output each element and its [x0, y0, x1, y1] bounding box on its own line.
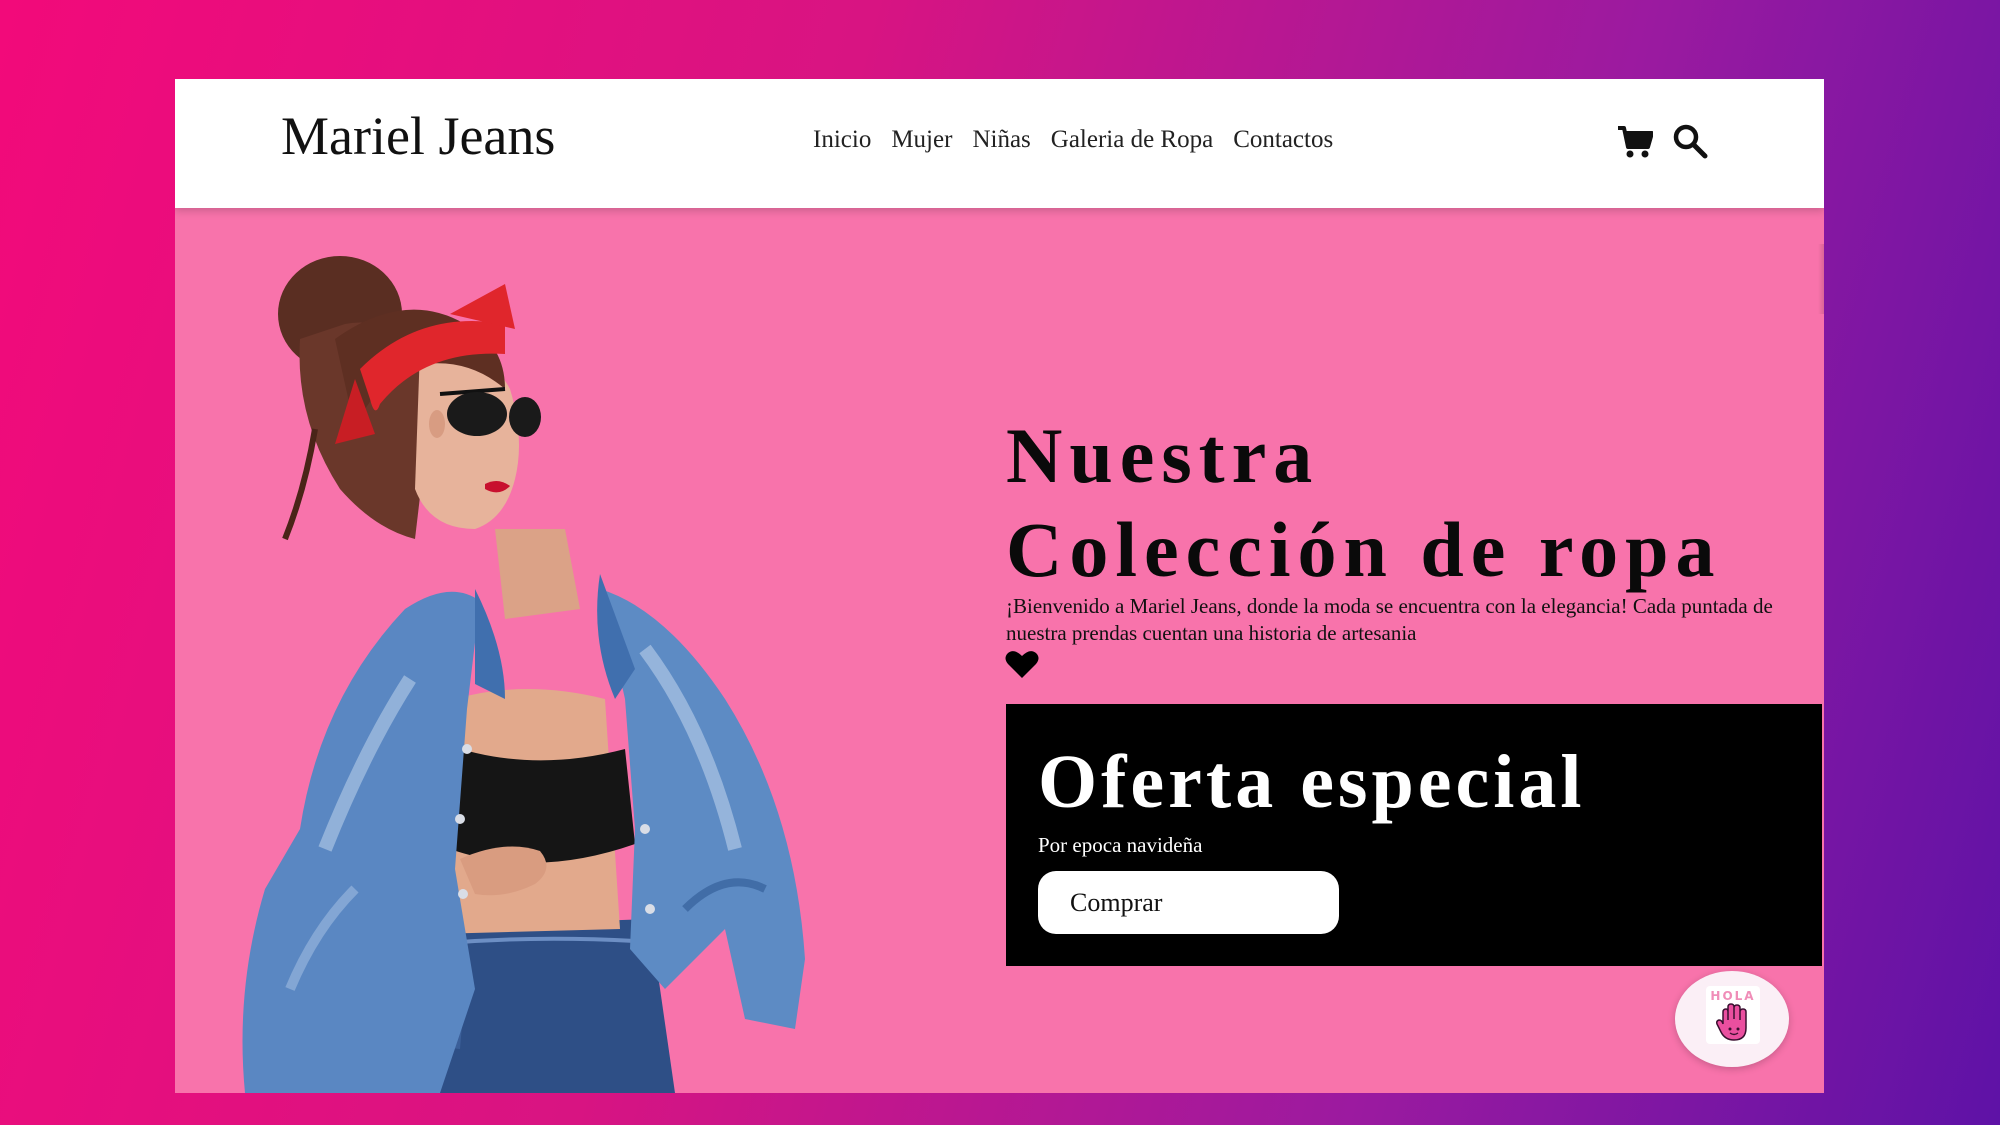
hero-model-photo [242, 256, 805, 1093]
search-icon[interactable] [1672, 123, 1708, 159]
nav-item-inicio[interactable]: Inicio [813, 127, 871, 152]
chat-widget-button[interactable]: HOLA [1675, 971, 1789, 1067]
brand-logo[interactable]: Mariel Jeans [281, 109, 555, 163]
heart-icon [1005, 651, 1039, 678]
hero-intro-text: ¡Bienvenido a Mariel Jeans, donde la mod… [1006, 594, 1773, 645]
headline-line-1: Nuestra [1006, 412, 1320, 499]
chat-widget-badge: HOLA [1706, 986, 1760, 1044]
website-frame: Mariel Jeans Inicio Mujer Niñas Galeria … [175, 79, 1824, 1093]
nav-item-contactos[interactable]: Contactos [1233, 127, 1333, 152]
headline-line-2: Colección de ropa [1006, 506, 1722, 593]
hero-headline: Nuestra Colección de ropa [1006, 409, 1722, 597]
waving-hand-icon [1716, 1003, 1747, 1041]
offer-subtitle: Por epoca navideña [1038, 833, 1203, 857]
cart-icon[interactable] [1617, 123, 1653, 159]
navbar: Mariel Jeans Inicio Mujer Niñas Galeria … [175, 79, 1824, 208]
main-menu: Inicio Mujer Niñas Galeria de Ropa Conta… [813, 127, 1333, 152]
special-offer-box: Oferta especial Por epoca navideña Compr… [1006, 704, 1822, 966]
offer-title: Oferta especial [1038, 740, 1586, 824]
chat-greeting: HOLA [1710, 989, 1756, 1003]
nav-item-ninas[interactable]: Niñas [972, 127, 1030, 152]
edge-shadow [1818, 244, 1824, 314]
nav-item-mujer[interactable]: Mujer [891, 127, 952, 152]
nav-item-galeria[interactable]: Galeria de Ropa [1051, 127, 1213, 152]
buy-button[interactable]: Comprar [1038, 871, 1339, 934]
